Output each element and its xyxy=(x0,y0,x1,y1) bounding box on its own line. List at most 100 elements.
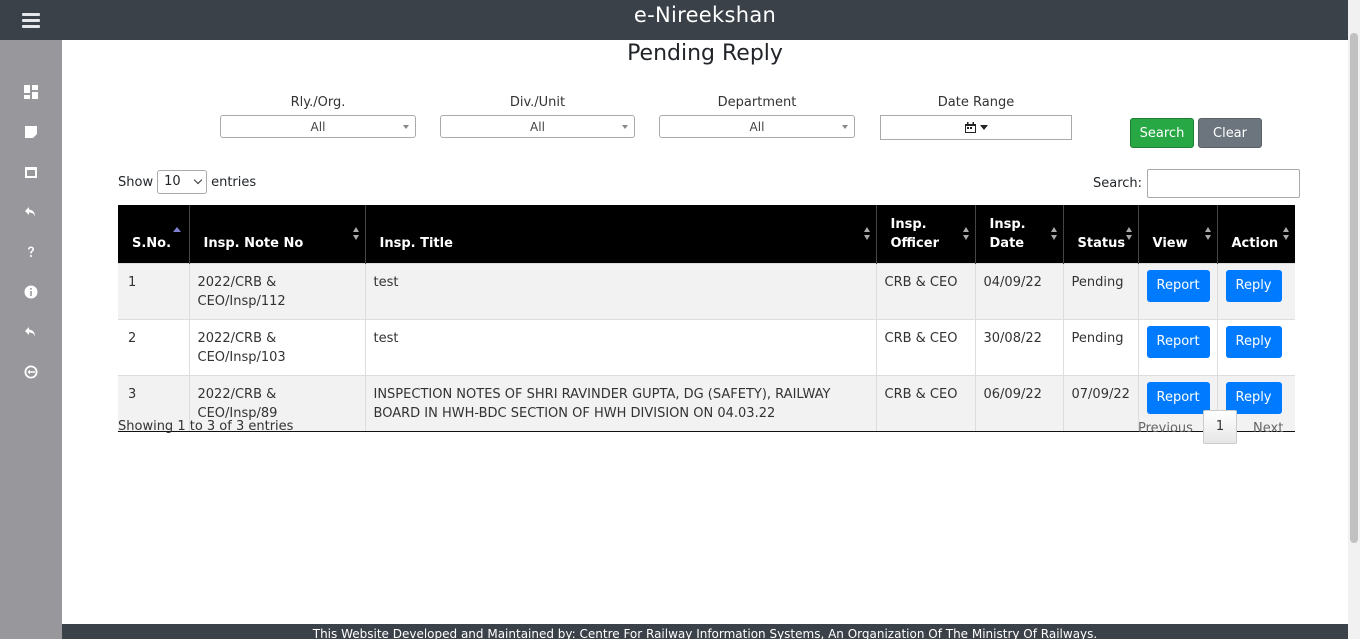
dropdown-arrow-icon xyxy=(622,125,628,129)
reply-button[interactable]: Reply xyxy=(1225,269,1282,302)
previous-page-button[interactable]: Previous xyxy=(1138,421,1193,436)
cell-officer: CRB & CEO xyxy=(876,262,976,319)
search-button[interactable]: Search xyxy=(1130,118,1194,148)
cell-view: Report xyxy=(1138,262,1218,319)
date-range-picker[interactable] xyxy=(880,115,1072,140)
col-header-status[interactable]: Status xyxy=(1063,205,1139,263)
menu-toggle-icon[interactable] xyxy=(22,12,40,28)
div-select-value: All xyxy=(530,120,545,134)
cell-status: 07/09/22 xyxy=(1063,374,1139,432)
dashboard-icon[interactable] xyxy=(23,84,39,100)
cell-view: Report xyxy=(1138,318,1218,375)
cell-title: test xyxy=(365,262,877,319)
filter-rly-label: Rly./Org. xyxy=(290,95,346,110)
cell-officer: CRB & CEO xyxy=(876,374,976,432)
sort-asc-icon xyxy=(173,227,183,233)
sidebar-header xyxy=(0,0,62,40)
reply-button[interactable]: Reply xyxy=(1225,381,1282,414)
col-header-officer-line2: Officer xyxy=(890,235,939,251)
table-search: Search: xyxy=(1093,169,1301,198)
table-info: Showing 1 to 3 of 3 entries xyxy=(118,419,294,434)
col-header-status-line2: Status xyxy=(1077,235,1126,251)
report-button[interactable]: Report xyxy=(1146,325,1210,358)
col-header-note-no-line2: Insp. Note No xyxy=(203,235,304,251)
top-header: e-Nireekshan xyxy=(62,0,1348,40)
col-header-action[interactable]: Action xyxy=(1217,205,1295,263)
footer: This Website Developed and Maintained by… xyxy=(62,624,1348,639)
col-header-title-line2: Insp. Title xyxy=(379,235,453,251)
table-search-input[interactable] xyxy=(1147,169,1301,198)
calendar-icon[interactable] xyxy=(23,164,39,180)
col-header-sno-line2: S.No. xyxy=(132,235,172,251)
col-header-action-line2: Action xyxy=(1231,235,1279,251)
help-icon[interactable] xyxy=(23,244,39,260)
dropdown-arrow-icon xyxy=(842,125,848,129)
col-header-officer-line1: Insp. xyxy=(890,216,927,232)
filter-rly: Rly./Org. All xyxy=(220,95,416,138)
col-header-sno[interactable]: S.No. xyxy=(118,205,190,263)
report-button[interactable]: Report xyxy=(1146,381,1210,414)
cell-title: INSPECTION NOTES OF SHRI RAVINDER GUPTA,… xyxy=(365,374,877,432)
sort-icon xyxy=(352,227,359,240)
div-select[interactable]: All xyxy=(440,115,635,138)
col-header-date-line2: Date xyxy=(989,235,1025,251)
note-icon[interactable] xyxy=(23,124,39,140)
cell-date: 06/09/22 xyxy=(975,374,1064,432)
col-header-date[interactable]: Insp. Date xyxy=(975,205,1064,263)
filter-div: Div./Unit All xyxy=(440,95,635,138)
dept-select[interactable]: All xyxy=(659,115,855,138)
filter-div-label: Div./Unit xyxy=(509,95,566,110)
dropdown-arrow-icon xyxy=(403,125,409,129)
cell-sno: 1 xyxy=(118,262,190,319)
info-circle-icon[interactable] xyxy=(23,284,39,300)
rly-select[interactable]: All xyxy=(220,115,416,138)
dept-select-value: All xyxy=(749,120,765,134)
table-row: 1 2022/CRB & CEO/Insp/112 test CRB & CEO… xyxy=(118,262,1295,319)
page-length-select[interactable]: 10 xyxy=(157,170,208,194)
scrollbar-thumb[interactable] xyxy=(1350,33,1358,543)
cell-date: 04/09/22 xyxy=(975,262,1064,319)
col-header-view-line2: View xyxy=(1152,235,1188,251)
sidebar xyxy=(0,0,62,639)
cell-action: Reply xyxy=(1217,318,1295,375)
filter-date-label: Date Range xyxy=(937,95,1015,110)
table-header-row: S.No. Insp. Note No Insp. Title Insp. Off… xyxy=(118,205,1295,263)
filter-date: Date Range xyxy=(880,95,1072,140)
report-button[interactable]: Report xyxy=(1146,269,1210,302)
clear-button[interactable]: Clear xyxy=(1198,118,1262,148)
caret-down-icon xyxy=(979,125,988,130)
col-header-note-no[interactable]: Insp. Note No xyxy=(189,205,366,263)
col-header-title[interactable]: Insp. Title xyxy=(365,205,877,263)
cell-status: Pending xyxy=(1063,318,1139,375)
sort-icon xyxy=(1050,227,1057,240)
show-label: Show xyxy=(118,174,154,190)
cell-title: test xyxy=(365,318,877,375)
page-title: Pending Reply xyxy=(627,41,783,66)
col-header-view[interactable]: View xyxy=(1138,205,1218,263)
reply-icon[interactable] xyxy=(23,204,39,220)
cell-sno: 2 xyxy=(118,318,190,375)
page-1-button[interactable]: 1 xyxy=(1203,410,1237,444)
app-title: e-Nireekshan xyxy=(633,3,777,27)
vertical-scrollbar[interactable] xyxy=(1348,0,1360,639)
col-header-officer[interactable]: Insp. Officer xyxy=(876,205,976,263)
table-search-label: Search: xyxy=(1093,176,1143,191)
table-row: 3 2022/CRB & CEO/Insp/89 INSPECTION NOTE… xyxy=(118,374,1295,432)
cell-note-no: 2022/CRB & CEO/Insp/103 xyxy=(189,318,366,375)
page-length-control: Show 10 entries xyxy=(118,170,256,194)
page-length-value: 10 xyxy=(164,174,181,189)
sort-icon xyxy=(863,227,870,240)
rly-select-value: All xyxy=(310,120,326,134)
reply-button[interactable]: Reply xyxy=(1225,325,1282,358)
reply-icon[interactable] xyxy=(23,324,39,340)
sort-icon xyxy=(1283,227,1289,240)
logout-icon[interactable] xyxy=(23,364,39,380)
sort-icon xyxy=(1125,227,1132,240)
cell-note-no: 2022/CRB & CEO/Insp/112 xyxy=(189,262,366,319)
calendar-icon xyxy=(964,122,976,133)
col-header-date-line1: Insp. xyxy=(989,216,1026,232)
next-page-button[interactable]: Next xyxy=(1253,421,1283,436)
filter-dept: Department All xyxy=(659,95,855,138)
cell-date: 30/08/22 xyxy=(975,318,1064,375)
cell-officer: CRB & CEO xyxy=(876,318,976,375)
